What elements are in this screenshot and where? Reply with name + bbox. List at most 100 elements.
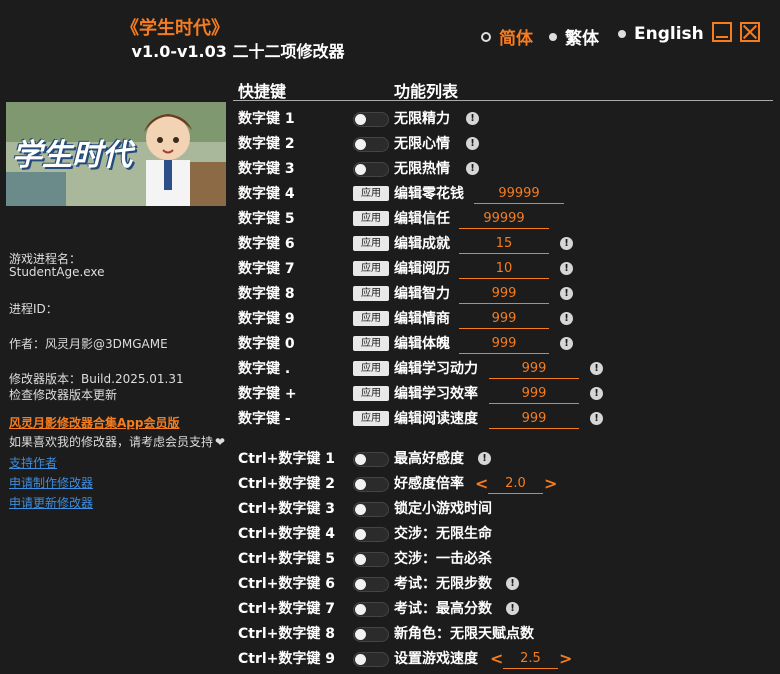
value-input[interactable]: 2.0 (488, 475, 543, 494)
apply-button[interactable]: 应用 (353, 286, 389, 301)
trainer-title: 《学生时代》 (121, 18, 229, 39)
info-icon[interactable]: ! (506, 602, 519, 615)
apply-button[interactable]: 应用 (353, 236, 389, 251)
heart-icon: ❤ (215, 435, 226, 449)
value-input[interactable]: 999 (459, 310, 549, 329)
value-input[interactable]: 99999 (474, 185, 564, 204)
cheat-row: 数字键 2 无限心情! (0, 134, 780, 159)
decrease-arrow-icon[interactable]: < (475, 474, 488, 494)
cheat-toggle[interactable] (353, 502, 389, 517)
hotkey-label: 数字键 0 (238, 336, 295, 352)
hotkey-label: Ctrl+数字键 3 (238, 501, 336, 517)
info-icon[interactable]: ! (560, 287, 573, 300)
feature-label: 编辑学习效率 (394, 386, 478, 402)
header-divider (233, 100, 773, 101)
apply-button[interactable]: 应用 (353, 186, 389, 201)
minimize-button[interactable] (712, 22, 732, 42)
hotkey-label: Ctrl+数字键 5 (238, 551, 336, 567)
info-icon[interactable]: ! (466, 137, 479, 150)
cheat-toggle[interactable] (353, 527, 389, 542)
cheat-toggle[interactable] (353, 602, 389, 617)
cheat-toggle[interactable] (353, 552, 389, 567)
feature-label: 编辑智力 (394, 286, 450, 302)
lang-traditional[interactable]: 繁体 (549, 24, 599, 49)
hotkey-label: Ctrl+数字键 1 (238, 451, 336, 467)
info-icon[interactable]: ! (466, 112, 479, 125)
hotkey-column-header: 快捷键 (238, 82, 287, 101)
toggle-knob (355, 164, 366, 175)
toggle-knob (355, 579, 366, 590)
info-icon[interactable]: ! (466, 162, 479, 175)
cheat-row: 数字键 3 无限热情! (0, 159, 780, 184)
value-input[interactable]: 99999 (459, 210, 549, 229)
lang-english[interactable]: English (618, 24, 704, 44)
toggle-knob (355, 604, 366, 615)
toggle-knob (355, 139, 366, 150)
apply-button[interactable]: 应用 (353, 311, 389, 326)
lang-traditional-label: 繁体 (565, 29, 599, 49)
hotkey-label: Ctrl+数字键 7 (238, 601, 336, 617)
value-input[interactable]: 2.5 (503, 650, 558, 669)
hotkey-label: 数字键 6 (238, 236, 295, 252)
cheat-row: Ctrl+数字键 5 交涉：一击必杀 (0, 549, 780, 574)
lang-simplified[interactable]: 简体 (481, 24, 533, 49)
lang-simplified-label: 简体 (499, 29, 533, 49)
lang-english-label: English (634, 24, 704, 44)
info-icon[interactable]: ! (560, 237, 573, 250)
value-input[interactable]: 999 (459, 285, 549, 304)
feature-label: 编辑阅历 (394, 261, 450, 277)
hotkey-label: 数字键 1 (238, 111, 295, 127)
increase-arrow-icon[interactable]: > (544, 474, 557, 494)
apply-button[interactable]: 应用 (353, 261, 389, 276)
feature-label: 最高好感度 (394, 451, 464, 467)
cheat-row: 数字键 + 应用 编辑学习效率 999! (0, 384, 780, 409)
toggle-knob (355, 454, 366, 465)
value-input[interactable]: 999 (489, 410, 579, 429)
value-input[interactable]: 999 (489, 360, 579, 379)
cheat-row: 数字键 4 应用 编辑零花钱 99999 (0, 184, 780, 209)
hotkey-label: Ctrl+数字键 8 (238, 626, 336, 642)
cheat-row: Ctrl+数字键 2 好感度倍率 2.0 < > (0, 474, 780, 499)
apply-button[interactable]: 应用 (353, 361, 389, 376)
info-icon[interactable]: ! (506, 577, 519, 590)
cheat-row: Ctrl+数字键 1 最高好感度! (0, 449, 780, 474)
cheat-toggle[interactable] (353, 137, 389, 152)
info-icon[interactable]: ! (590, 412, 603, 425)
info-icon[interactable]: ! (560, 337, 573, 350)
toggle-knob (355, 654, 366, 665)
info-icon[interactable]: ! (478, 452, 491, 465)
apply-button[interactable]: 应用 (353, 411, 389, 426)
info-icon[interactable]: ! (560, 262, 573, 275)
info-icon[interactable]: ! (590, 387, 603, 400)
features-column-header: 功能列表 (394, 82, 459, 101)
cheat-toggle[interactable] (353, 627, 389, 642)
feature-label: 编辑零花钱 (394, 186, 464, 202)
close-button[interactable] (740, 22, 760, 42)
value-input[interactable]: 999 (459, 335, 549, 354)
cheat-toggle[interactable] (353, 477, 389, 492)
cheat-toggle[interactable] (353, 577, 389, 592)
cheat-row: 数字键 8 应用 编辑智力 999! (0, 284, 780, 309)
value-input[interactable]: 15 (459, 235, 549, 254)
cheat-row: 数字键 - 应用 编辑阅读速度 999! (0, 409, 780, 434)
cheat-row: Ctrl+数字键 9 设置游戏速度 2.5 < > (0, 649, 780, 674)
info-icon[interactable]: ! (560, 312, 573, 325)
cheat-toggle[interactable] (353, 162, 389, 177)
info-icon[interactable]: ! (590, 362, 603, 375)
apply-button[interactable]: 应用 (353, 211, 389, 226)
value-input[interactable]: 10 (459, 260, 549, 279)
apply-button[interactable]: 应用 (353, 336, 389, 351)
support-text: 如果喜欢我的修改器，请考虑会员支持 ❤ (9, 433, 225, 450)
decrease-arrow-icon[interactable]: < (490, 649, 503, 669)
cheat-toggle[interactable] (353, 652, 389, 667)
cheat-row: 数字键 9 应用 编辑情商 999! (0, 309, 780, 334)
toggle-knob (355, 629, 366, 640)
cheat-row: Ctrl+数字键 6 考试：无限步数! (0, 574, 780, 599)
feature-label: 无限热情 (394, 161, 450, 177)
cheat-toggle[interactable] (353, 112, 389, 127)
increase-arrow-icon[interactable]: > (559, 649, 572, 669)
hotkey-label: 数字键 3 (238, 161, 295, 177)
cheat-toggle[interactable] (353, 452, 389, 467)
value-input[interactable]: 999 (489, 385, 579, 404)
apply-button[interactable]: 应用 (353, 386, 389, 401)
